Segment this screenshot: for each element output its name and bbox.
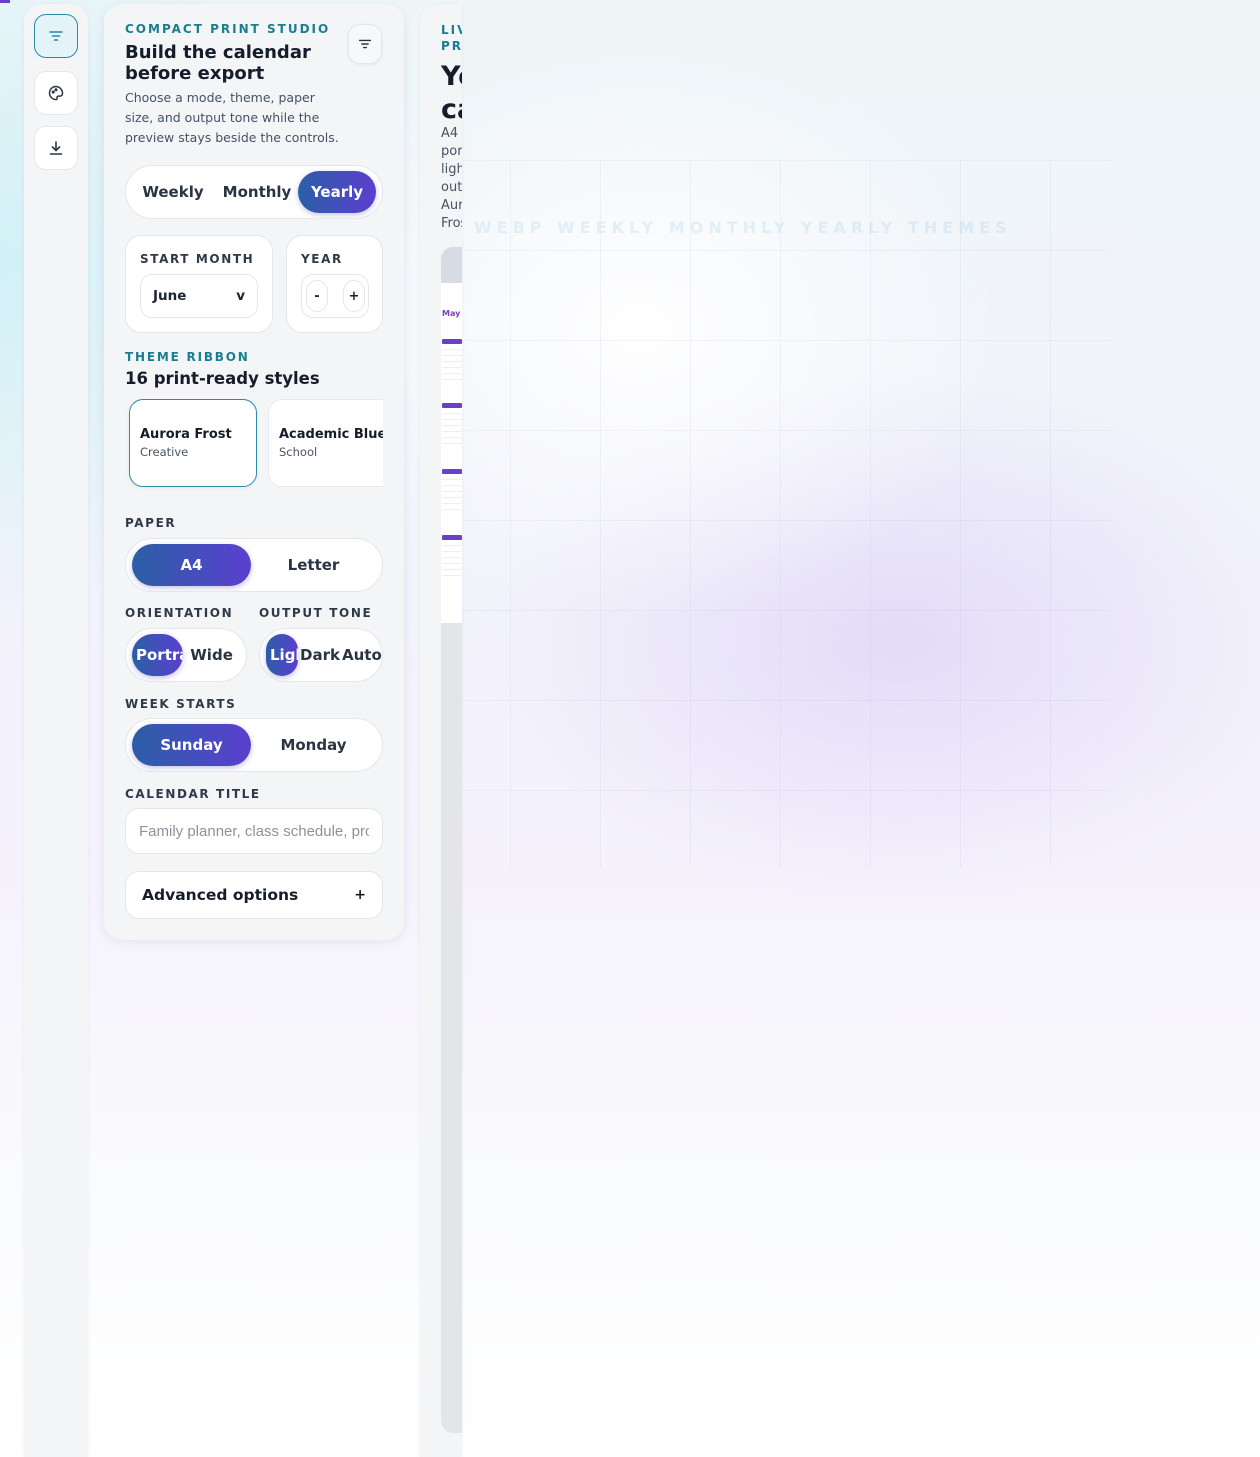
chevron-down-icon: v	[236, 288, 245, 304]
week-start-monday[interactable]: Monday	[251, 724, 376, 766]
preview-month-label: May	[442, 309, 461, 318]
mini-month-rows	[442, 344, 462, 380]
mini-month-grid	[442, 535, 462, 576]
year-card: YEAR - +	[286, 235, 383, 333]
panel-title: Build the calendar before export	[125, 42, 311, 84]
theme-rail-button[interactable]	[34, 71, 78, 115]
start-month-value: June	[153, 288, 187, 304]
preview-meta-line: light	[441, 162, 462, 177]
preview-eyebrow-line1: LIVE	[441, 23, 462, 37]
year-label: YEAR	[301, 252, 343, 266]
start-month-select[interactable]: June v	[140, 274, 258, 318]
preview-meta-line: output	[441, 180, 462, 195]
calendar-title-label: CALENDAR TITLE	[125, 787, 261, 801]
tone-auto[interactable]: Auto	[342, 634, 382, 676]
mode-weekly[interactable]: Weekly	[130, 171, 216, 213]
tone-light[interactable]: Light	[266, 634, 298, 676]
preview-sheet: May	[441, 283, 462, 623]
year-increment-button[interactable]: +	[343, 280, 365, 312]
filter-lines-icon	[358, 39, 372, 49]
preview-sheet-frame[interactable]: May	[441, 247, 462, 1433]
orientation-wide[interactable]: Wide	[183, 634, 240, 676]
mini-month-rows	[442, 474, 462, 510]
theme-category: Creative	[140, 445, 189, 459]
theme-ribbon-title: 16 print-ready styles	[125, 369, 320, 388]
preview-meta: A4 portrait light output Aurora Frost	[441, 125, 462, 233]
theme-card-aurora-frost[interactable]: Aurora Frost Creative	[129, 399, 257, 487]
tone-dark[interactable]: Dark	[298, 634, 342, 676]
tool-rail	[24, 4, 88, 1457]
preview-sheet-header	[441, 247, 462, 283]
preview-meta-line: Aurora	[441, 198, 462, 213]
theme-name: Academic Blue	[279, 427, 383, 442]
mode-monthly[interactable]: Monthly	[216, 171, 298, 213]
theme-category: School	[279, 445, 318, 459]
orientation-portrait[interactable]: Portrait	[132, 634, 184, 676]
download-icon	[49, 141, 63, 155]
year-decrement-button[interactable]: -	[306, 280, 328, 312]
week-start-sunday[interactable]: Sunday	[132, 724, 251, 766]
paper-selector: A4 Letter	[125, 538, 383, 592]
preview-eyebrow: LIVE PREVIEW	[441, 22, 462, 54]
start-month-card: START MONTH June v	[125, 235, 273, 333]
filter-button[interactable]	[348, 24, 382, 64]
plus-icon: +	[354, 887, 366, 903]
export-rail-button[interactable]	[34, 126, 78, 170]
paper-label: PAPER	[125, 516, 177, 530]
theme-ribbon: Aurora Frost Creative Academic Blue Scho…	[125, 399, 383, 499]
theme-ribbon-eyebrow: THEME RIBBON	[125, 350, 250, 364]
output-tone-selector: Light Dark Auto	[259, 628, 383, 682]
theme-card-academic-blue[interactable]: Academic Blue School	[268, 399, 383, 487]
paper-a4[interactable]: A4	[132, 544, 251, 586]
background-grid	[420, 160, 1110, 868]
preview-meta-line: Frost	[441, 216, 462, 231]
mini-month-grid	[442, 339, 462, 380]
mini-month-grid	[442, 469, 462, 510]
mini-month-grid	[442, 403, 462, 444]
start-month-label: START MONTH	[140, 252, 255, 266]
theme-name: Aurora Frost	[140, 427, 232, 442]
preview-title: Yearly calendar	[441, 60, 462, 126]
preview-eyebrow-line2: PREVIEW	[441, 39, 462, 53]
calendar-title-input[interactable]	[125, 808, 383, 854]
week-starts-label: WEEK STARTS	[125, 697, 237, 711]
mode-selector: Weekly Monthly Yearly	[125, 165, 383, 219]
top-accent-bar	[0, 0, 10, 3]
palette-icon	[48, 85, 64, 101]
output-tone-label: OUTPUT TONE	[259, 606, 373, 620]
preview-meta-line: portrait	[441, 144, 462, 159]
preview-title-line1: Yearly	[441, 61, 462, 92]
controls-panel: COMPACT PRINT STUDIO Build the calendar …	[104, 4, 404, 940]
week-starts-selector: Sunday Monday	[125, 718, 383, 772]
paper-letter[interactable]: Letter	[251, 544, 376, 586]
mini-month-rows	[442, 540, 462, 576]
panel-description: Choose a mode, theme, paper size, and ou…	[125, 90, 339, 145]
preview-panel: LIVE PREVIEW Yearly calendar A4 portrait…	[420, 4, 462, 1457]
filter-rail-button[interactable]	[34, 14, 78, 58]
advanced-options-label: Advanced options	[142, 886, 299, 904]
filter-lines-icon	[49, 31, 63, 41]
orientation-label: ORIENTATION	[125, 606, 234, 620]
watermark-text: WEBP WEEKLY MONTHLY YEARLY THEMES	[474, 218, 1012, 237]
orientation-selector: Portrait Wide	[125, 628, 247, 682]
studio-eyebrow: COMPACT PRINT STUDIO	[125, 22, 331, 36]
preview-meta-line: A4	[441, 126, 459, 141]
mode-yearly[interactable]: Yearly	[298, 171, 376, 213]
preview-title-line2: calendar	[441, 94, 462, 125]
advanced-options-toggle[interactable]: Advanced options +	[125, 871, 383, 919]
mini-month-rows	[442, 408, 462, 444]
